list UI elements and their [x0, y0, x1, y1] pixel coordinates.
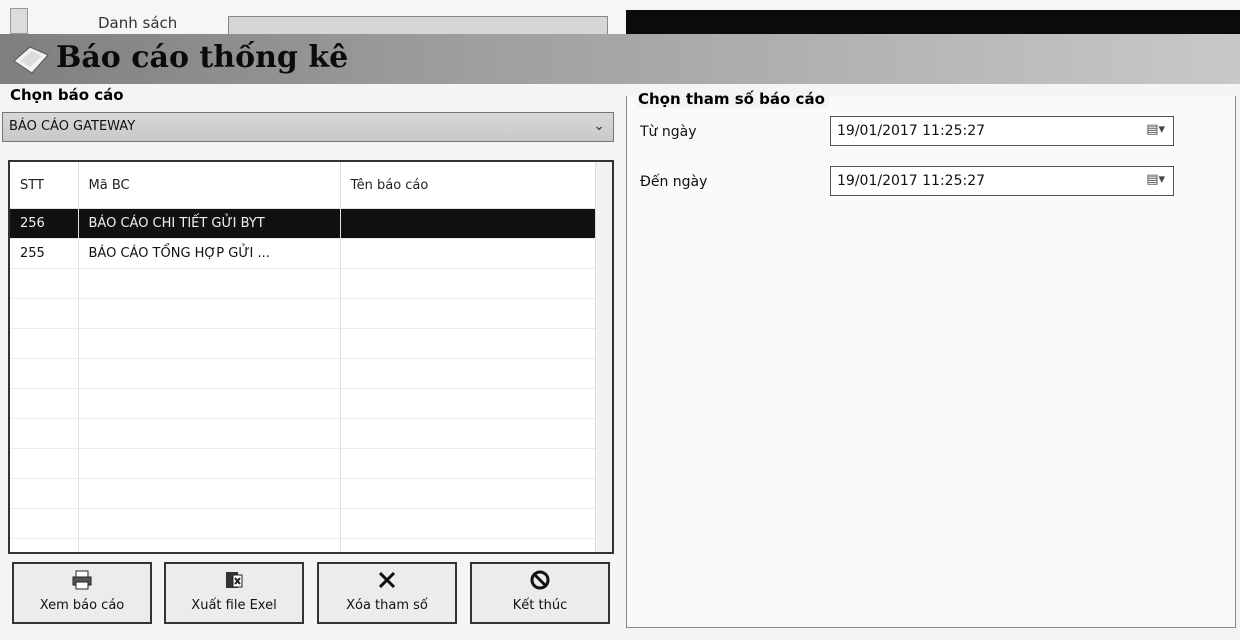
- grid-scrollbar[interactable]: [595, 162, 612, 552]
- table-header: STT Mã BC Tên báo cáo: [10, 162, 612, 209]
- empty-row: [10, 388, 612, 419]
- table-row[interactable]: 256 BÁO CÁO CHI TIẾT GỬI BYT: [10, 208, 612, 239]
- choose-params-label: Chọn tham số báo cáo: [638, 90, 829, 108]
- choose-report-label: Chọn báo cáo: [10, 86, 128, 104]
- cell-ten: [340, 238, 612, 269]
- action-buttons: Xem báo cáo Xuất file Exel Xóa tham số K…: [12, 562, 616, 626]
- report-table: STT Mã BC Tên báo cáo 256 BÁO CÁO CHI TI…: [10, 162, 612, 552]
- chevron-down-icon[interactable]: ⌄: [593, 118, 605, 134]
- top-partial-label: Danh sách: [98, 14, 178, 32]
- to-date-field[interactable]: 19/01/2017 11:25:27 ▤▾: [830, 166, 1174, 196]
- x-icon: [319, 570, 455, 592]
- exit-button[interactable]: Kết thúc: [470, 562, 610, 624]
- clear-params-button[interactable]: Xóa tham số: [317, 562, 457, 624]
- top-partial-field: [228, 16, 608, 36]
- excel-icon: [166, 570, 302, 592]
- calendar-dropdown-icon[interactable]: ▤▾: [1146, 122, 1165, 137]
- empty-row: [10, 448, 612, 479]
- top-left-cell: [10, 8, 28, 34]
- cell-ten: [340, 208, 612, 239]
- table-row[interactable]: 255 BÁO CÁO TỔNG HỢP GỬI ...: [10, 238, 612, 269]
- from-date-label: Từ ngày: [640, 124, 697, 140]
- report-grid[interactable]: STT Mã BC Tên báo cáo 256 BÁO CÁO CHI TI…: [8, 160, 614, 554]
- report-type-value: BÁO CÁO GATEWAY: [9, 119, 136, 134]
- report-type-select[interactable]: BÁO CÁO GATEWAY ⌄: [2, 112, 614, 142]
- top-strip: Danh sách: [0, 0, 1240, 36]
- empty-row: [10, 478, 612, 509]
- view-report-label: Xem báo cáo: [39, 598, 125, 613]
- empty-row: [10, 298, 612, 329]
- to-date-label: Đến ngày: [640, 174, 708, 190]
- empty-row: [10, 358, 612, 389]
- view-report-button[interactable]: Xem báo cáo: [12, 562, 152, 624]
- printer-icon: [14, 570, 150, 592]
- empty-row: [10, 268, 612, 299]
- export-excel-button[interactable]: Xuất file Exel: [164, 562, 304, 624]
- column-header-ten-bao-cao[interactable]: Tên báo cáo: [340, 162, 612, 209]
- clear-params-label: Xóa tham số: [346, 598, 428, 613]
- cell-ma-bc: BÁO CÁO CHI TIẾT GỬI BYT: [78, 208, 341, 239]
- calendar-dropdown-icon[interactable]: ▤▾: [1146, 172, 1165, 187]
- cell-ma-bc: BÁO CÁO TỔNG HỢP GỬI ...: [78, 238, 341, 269]
- export-excel-label: Xuất file Exel: [191, 598, 277, 613]
- title-bar: Báo cáo thống kê: [0, 34, 1240, 84]
- report-icon: [13, 46, 49, 74]
- empty-row: [10, 328, 612, 359]
- cell-stt: 256: [10, 208, 79, 239]
- page-title: Báo cáo thống kê: [56, 40, 349, 75]
- empty-row: [10, 538, 612, 552]
- from-date-value: 19/01/2017 11:25:27: [837, 123, 986, 139]
- to-date-value: 19/01/2017 11:25:27: [837, 173, 986, 189]
- empty-row: [10, 418, 612, 449]
- from-date-field[interactable]: 19/01/2017 11:25:27 ▤▾: [830, 116, 1174, 146]
- column-header-stt[interactable]: STT: [10, 162, 79, 209]
- top-dark-bar: [626, 10, 1240, 36]
- exit-label: Kết thúc: [512, 598, 568, 613]
- column-header-ma-bc[interactable]: Mã BC: [78, 162, 341, 209]
- stop-icon: [472, 570, 608, 592]
- cell-stt: 255: [10, 238, 79, 269]
- empty-row: [10, 508, 612, 539]
